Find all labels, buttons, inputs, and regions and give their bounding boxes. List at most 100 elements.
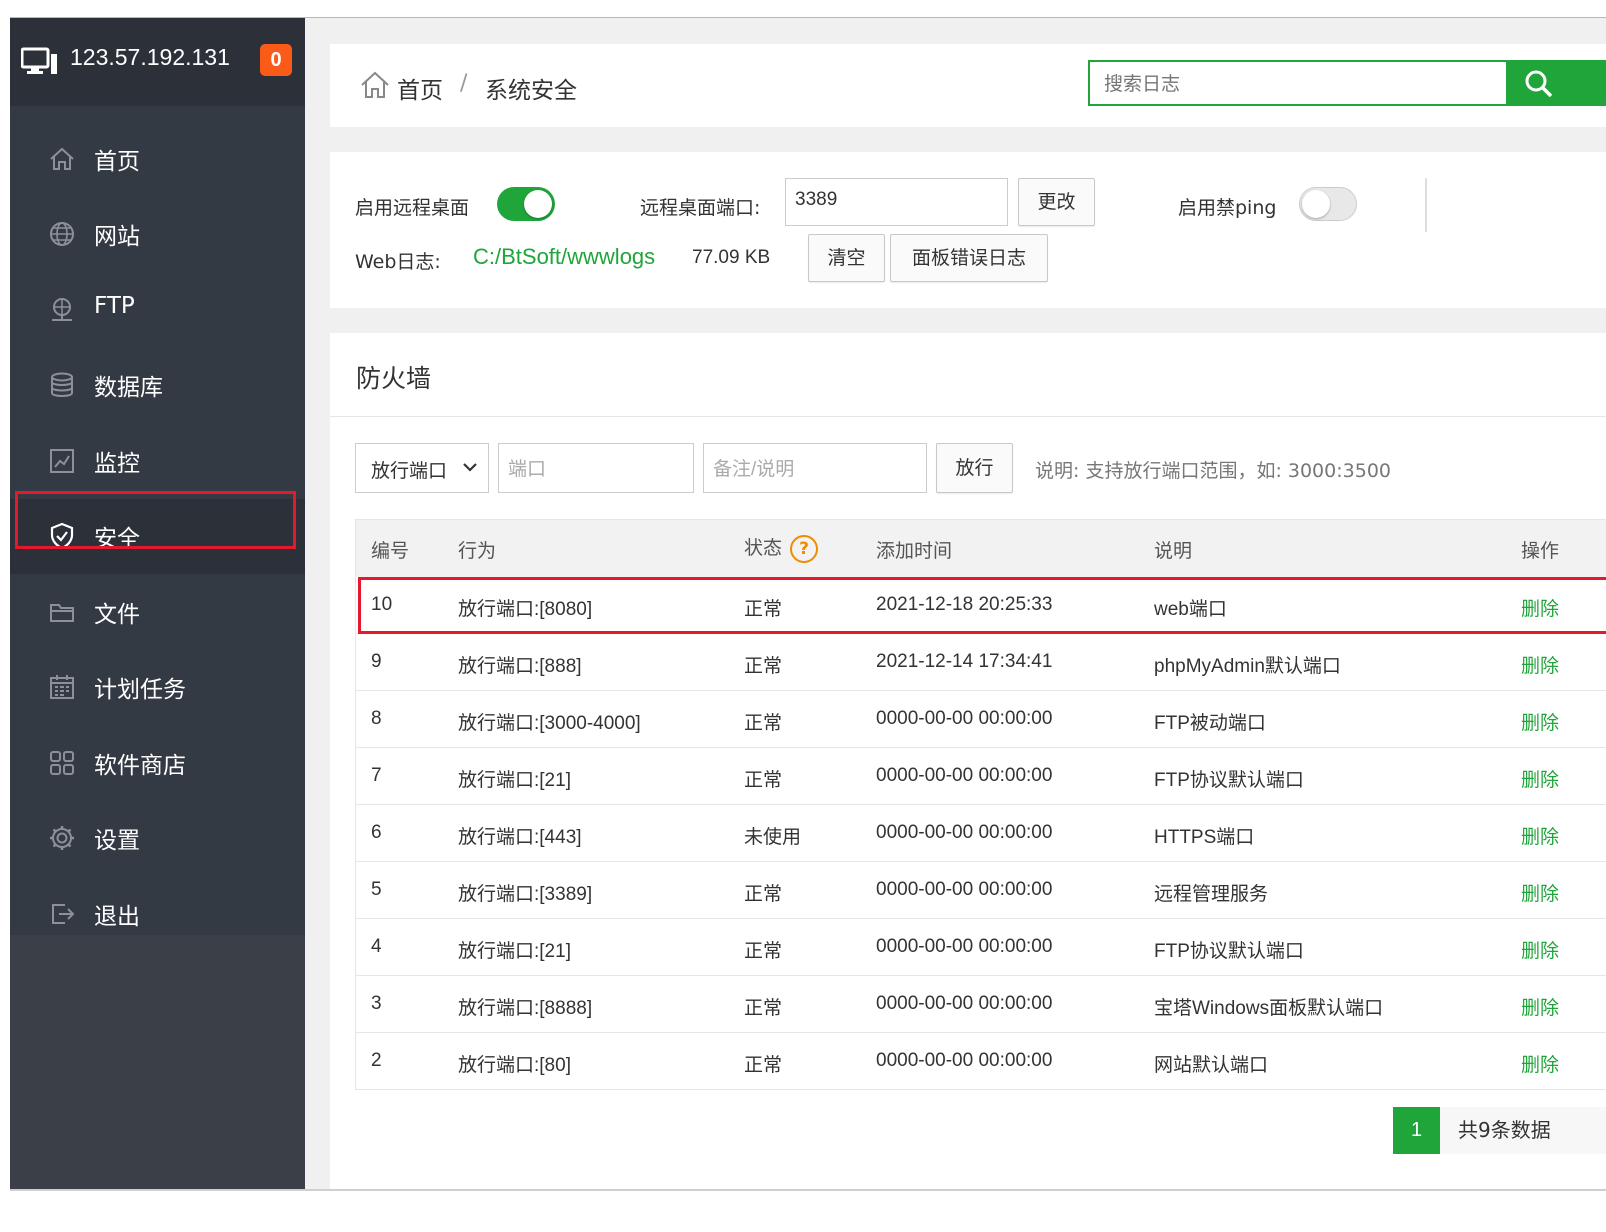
delete-link[interactable]: 删除 xyxy=(1521,993,1559,1020)
port-input-field[interactable]: 端口 xyxy=(498,443,694,493)
note-input-field[interactable]: 备注/说明 xyxy=(703,443,927,493)
cell-id: 9 xyxy=(371,651,382,672)
folder-icon xyxy=(50,604,74,622)
breadcrumb-separator: / xyxy=(460,71,468,96)
remote-desktop-toggle[interactable] xyxy=(497,187,555,221)
panel-error-log-button[interactable]: 面板错误日志 xyxy=(890,234,1048,282)
search-button[interactable] xyxy=(1506,60,1606,106)
port-range-hint: 说明: 支持放行端口范围，如: 3000:3500 xyxy=(1035,460,1391,482)
cell-status: 正常 xyxy=(744,998,783,1019)
table-row: 7 放行端口:[21] 正常 0000-00-00 00:00:00 FTP协议默认端口… xyxy=(355,748,1606,805)
port-input[interactable]: 3389 xyxy=(785,178,1008,226)
table-row: 9 放行端口:[888] 正常 2021-12-14 17:34:41 phpMyAdm… xyxy=(355,634,1606,691)
cell-time: 0000-00-00 00:00:00 xyxy=(876,765,1053,786)
security-settings-panel: 启用远程桌面 远程桌面端口: 3389 更改 启用禁ping Web日志: C:… xyxy=(330,152,1606,308)
clear-log-button[interactable]: 清空 xyxy=(808,234,885,282)
change-port-button[interactable]: 更改 xyxy=(1018,178,1095,226)
sidebar-item-files[interactable]: 文件 xyxy=(10,575,305,650)
cell-note: 宝塔Windows面板默认端口 xyxy=(1154,998,1384,1019)
cell-id: 2 xyxy=(371,1050,382,1071)
cell-id: 7 xyxy=(371,765,382,786)
cell-id: 3 xyxy=(371,993,382,1014)
weblog-label: Web日志: xyxy=(355,251,441,273)
delete-link[interactable]: 删除 xyxy=(1521,765,1559,792)
cell-time: 0000-00-00 00:00:00 xyxy=(876,822,1053,843)
search-input[interactable] xyxy=(1102,62,1486,106)
sidebar-item-label: 设置 xyxy=(94,828,140,854)
sidebar-item-settings[interactable]: 设置 xyxy=(10,801,305,876)
delete-link[interactable]: 删除 xyxy=(1521,651,1559,678)
highlight-box-security xyxy=(15,491,296,549)
sidebar-item-cron[interactable]: 计划任务 xyxy=(10,650,305,725)
table-row: 5 放行端口:[3389] 正常 0000-00-00 00:00:00 远程管理服务 删… xyxy=(355,862,1606,919)
notification-badge[interactable]: 0 xyxy=(260,44,292,76)
calendar-icon xyxy=(50,675,74,699)
chevron-down-icon xyxy=(463,463,477,472)
table-row: 3 放行端口:[8888] 正常 0000-00-00 00:00:00 宝塔Windo… xyxy=(355,976,1606,1033)
cell-time: 0000-00-00 00:00:00 xyxy=(876,993,1053,1014)
sidebar-item-home[interactable]: 首页 xyxy=(10,122,305,197)
cell-time: 0000-00-00 00:00:00 xyxy=(876,879,1053,900)
cell-time: 2021-12-14 17:34:41 xyxy=(876,651,1053,672)
sidebar-item-label: 文件 xyxy=(94,602,140,628)
sidebar-item-label: 监控 xyxy=(94,451,140,477)
server-ip: 123.57.192.131 xyxy=(70,44,230,70)
sidebar-item-ftp[interactable]: FTP xyxy=(10,273,305,348)
sidebar-item-website[interactable]: 网站 xyxy=(10,197,305,272)
cell-status: 未使用 xyxy=(744,827,802,848)
column-header: 操作 xyxy=(1521,540,1560,562)
divider xyxy=(330,416,1606,417)
sidebar-item-label: 计划任务 xyxy=(94,677,186,703)
allow-port-button[interactable]: 放行 xyxy=(936,443,1013,493)
remote-desktop-label: 启用远程桌面 xyxy=(355,197,470,219)
home-icon[interactable] xyxy=(360,70,390,100)
help-icon[interactable]: ? xyxy=(790,534,819,563)
table-row: 2 放行端口:[80] 正常 0000-00-00 00:00:00 网站默认端口 删除 xyxy=(355,1033,1606,1090)
delete-link[interactable]: 删除 xyxy=(1521,822,1559,849)
database-icon xyxy=(51,372,73,397)
delete-link[interactable]: 删除 xyxy=(1521,1050,1559,1077)
breadcrumb-bar: 首页 / 系统安全 xyxy=(330,44,1606,127)
sidebar-item-label: 软件商店 xyxy=(94,753,186,779)
cell-status: 正常 xyxy=(744,770,783,791)
breadcrumb-home[interactable]: 首页 xyxy=(397,71,443,105)
cell-id: 5 xyxy=(371,879,382,900)
cell-action: 放行端口:[3000-4000] xyxy=(458,713,641,734)
cell-action: 放行端口:[3389] xyxy=(458,884,593,905)
cell-note: FTP协议默认端口 xyxy=(1154,941,1304,962)
delete-link[interactable]: 删除 xyxy=(1521,879,1559,906)
cell-action: 放行端口:[443] xyxy=(458,827,582,848)
column-header: 添加时间 xyxy=(876,540,953,562)
delete-link[interactable]: 删除 xyxy=(1521,708,1559,735)
column-header: 状态 xyxy=(744,537,783,559)
sidebar-item-monitor[interactable]: 监控 xyxy=(10,424,305,499)
column-header: 行为 xyxy=(458,540,497,562)
monitor-chart-icon xyxy=(50,449,74,473)
sidebar-item-database[interactable]: 数据库 xyxy=(10,348,305,423)
cell-note: FTP被动端口 xyxy=(1154,713,1266,734)
search-field[interactable] xyxy=(1088,60,1506,106)
grid-icon xyxy=(50,751,74,775)
ftp-icon xyxy=(52,298,72,321)
cell-note: phpMyAdmin默认端口 xyxy=(1154,656,1341,677)
window-bottom-border xyxy=(10,1189,1606,1191)
ping-toggle[interactable] xyxy=(1299,187,1357,221)
firewall-panel: 防火墙 放行端口 端口 备注/说明 放行 说明: 支持放行端口范围，如: 300… xyxy=(330,333,1606,1190)
cell-note: 网站默认端口 xyxy=(1154,1055,1269,1076)
sidebar: 123.57.192.131 0 首页 网站 FTP 数据库 监控 安全 文件 … xyxy=(10,18,305,1190)
delete-link[interactable]: 删除 xyxy=(1521,936,1559,963)
weblog-size: 77.09 KB xyxy=(692,247,771,268)
page-button-current[interactable]: 1 xyxy=(1393,1107,1440,1154)
logout-icon xyxy=(52,904,75,924)
sidebar-item-label: 退出 xyxy=(94,904,140,930)
status-header: 状态? xyxy=(744,533,819,563)
total-count: 共9条数据 xyxy=(1440,1107,1606,1154)
sidebar-item-store[interactable]: 软件商店 xyxy=(10,726,305,801)
server-header: 123.57.192.131 0 xyxy=(10,18,305,106)
rule-type-select[interactable]: 放行端口 xyxy=(355,443,489,493)
cell-status: 正常 xyxy=(744,884,783,905)
monitor-icon xyxy=(21,47,57,74)
cell-note: FTP协议默认端口 xyxy=(1154,770,1304,791)
weblog-path-link[interactable]: C:/BtSoft/wwwlogs xyxy=(473,244,655,270)
cell-action: 放行端口:[21] xyxy=(458,770,571,791)
